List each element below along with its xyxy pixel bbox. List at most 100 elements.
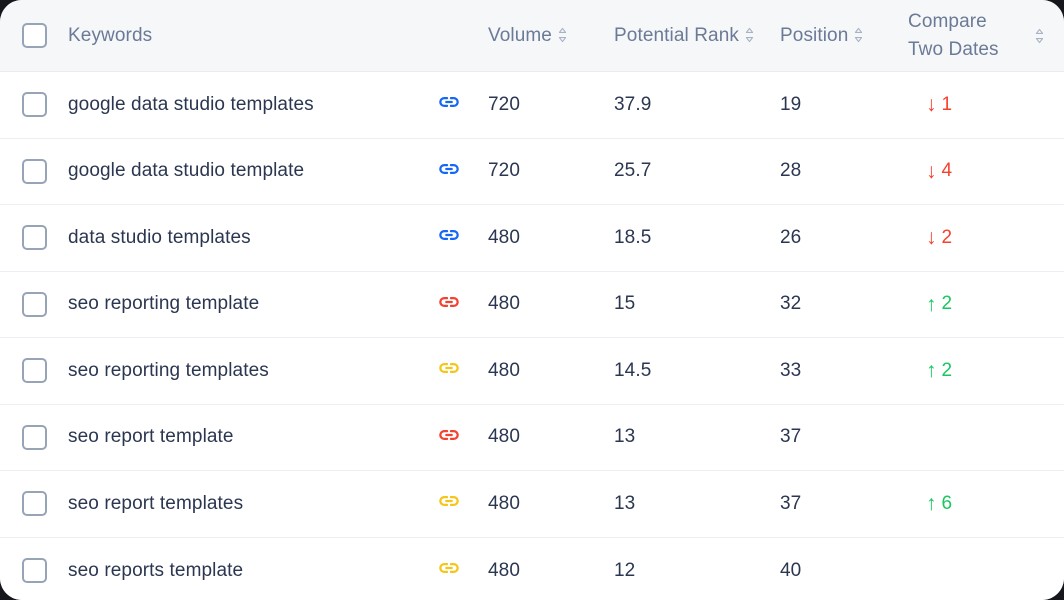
cell-potential-rank: 18.5 — [614, 226, 652, 248]
table-row[interactable]: seo report template 480 13 37 — [0, 404, 1064, 471]
sort-toggle-potential-rank-icon[interactable] — [745, 27, 754, 43]
row-checkbox[interactable] — [22, 358, 47, 384]
link-icon[interactable] — [436, 555, 462, 586]
row-select-cell — [0, 225, 68, 251]
change-indicator: ↓ 2 — [926, 227, 952, 249]
cell-keyword: seo reports template — [68, 560, 410, 582]
change-value: 6 — [941, 492, 953, 514]
cell-volume: 480 — [488, 226, 521, 248]
row-checkbox[interactable] — [22, 291, 47, 317]
cell-keyword: seo reporting template — [68, 293, 410, 315]
row-checkbox[interactable] — [22, 491, 47, 517]
row-select-cell — [0, 424, 68, 450]
table-row[interactable]: seo report templates 480 13 37 ↑ 6 — [0, 471, 1064, 538]
cell-volume: 480 — [488, 293, 521, 315]
keyword-text: seo reports template — [68, 559, 244, 581]
table-row[interactable]: seo reporting template 480 15 32 ↑ 2 — [0, 271, 1064, 338]
cell-keyword: seo report template — [68, 426, 410, 448]
keyword-text: seo reporting template — [68, 293, 260, 315]
cell-potential-rank: 13 — [614, 492, 636, 514]
arrow-up-icon: ↑ — [926, 492, 937, 516]
keyword-text: google data studio templates — [68, 93, 314, 115]
row-checkbox[interactable] — [22, 424, 47, 450]
table-row[interactable]: seo reports template 480 12 40 — [0, 537, 1064, 600]
row-checkbox[interactable] — [22, 225, 47, 251]
arrow-up-icon: ↑ — [926, 292, 937, 316]
table-row[interactable]: data studio templates 480 18.5 26 ↓ 2 — [0, 205, 1064, 272]
cell-volume: 480 — [488, 492, 521, 514]
cell-compare-two-dates: ↑ 2 — [908, 293, 1064, 315]
cell-volume: 480 — [488, 359, 521, 381]
row-select-cell — [0, 158, 68, 184]
cell-link — [410, 222, 488, 253]
keyword-text: google data studio template — [68, 160, 305, 182]
cell-position: 33 — [780, 359, 802, 381]
cell-link — [410, 289, 488, 320]
cell-position: 26 — [780, 226, 802, 248]
link-icon[interactable] — [436, 222, 462, 253]
change-value: 1 — [941, 93, 953, 115]
change-indicator: ↓ 4 — [926, 160, 952, 182]
row-select-cell — [0, 491, 68, 517]
column-header-volume-label: Volume — [488, 24, 552, 46]
cell-compare-two-dates: ↑ 2 — [908, 360, 1064, 382]
link-icon[interactable] — [436, 422, 462, 453]
cell-keyword: google data studio template — [68, 160, 410, 182]
arrow-up-icon: ↑ — [926, 359, 937, 383]
column-header-potential-rank-label: Potential Rank — [614, 24, 739, 46]
cell-link — [410, 488, 488, 519]
keyword-text: data studio templates — [68, 226, 251, 248]
sort-toggle-position-icon[interactable] — [854, 27, 863, 43]
change-indicator: ↓ 1 — [926, 94, 952, 116]
cell-position: 32 — [780, 293, 802, 315]
cell-position: 40 — [780, 559, 802, 581]
column-header-compare-two-dates[interactable]: Compare Two Dates — [908, 8, 1064, 63]
cell-potential-rank: 37.9 — [614, 93, 652, 115]
cell-potential-rank: 15 — [614, 293, 636, 315]
cell-volume: 480 — [488, 559, 521, 581]
cell-keyword: data studio templates — [68, 227, 410, 249]
cell-keyword: seo reporting templates — [68, 360, 410, 382]
cell-link — [410, 422, 488, 453]
column-header-keywords: Keywords — [68, 22, 410, 50]
column-header-position-label: Position — [780, 24, 849, 46]
row-checkbox[interactable] — [22, 158, 47, 184]
link-icon[interactable] — [436, 289, 462, 320]
table-row[interactable]: seo reporting templates 480 14.5 33 ↑ 2 — [0, 338, 1064, 405]
change-indicator: ↑ 2 — [926, 360, 952, 382]
arrow-down-icon: ↓ — [926, 226, 937, 250]
column-header-keywords-label: Keywords — [68, 24, 153, 46]
table-body: google data studio templates 720 37.9 19 ↓ 1 g… — [0, 72, 1064, 600]
cell-link — [410, 89, 488, 120]
column-header-compare-two-dates-label: Compare Two Dates — [908, 10, 999, 60]
column-header-potential-rank[interactable]: Potential Rank — [614, 22, 780, 50]
keyword-text: seo report template — [68, 426, 234, 448]
table-row[interactable]: google data studio templates 720 37.9 19 ↓ 1 — [0, 72, 1064, 139]
cell-potential-rank: 13 — [614, 426, 636, 448]
cell-potential-rank: 14.5 — [614, 359, 652, 381]
row-checkbox[interactable] — [22, 92, 47, 118]
link-icon[interactable] — [436, 156, 462, 187]
sort-toggle-compare-two-dates-icon[interactable] — [1035, 28, 1044, 44]
cell-link — [410, 156, 488, 187]
link-icon[interactable] — [436, 488, 462, 519]
cell-position: 37 — [780, 492, 802, 514]
column-header-position[interactable]: Position — [780, 22, 908, 50]
sort-toggle-volume-icon[interactable] — [558, 27, 567, 43]
keyword-text: seo report templates — [68, 492, 244, 514]
row-checkbox[interactable] — [22, 558, 47, 584]
change-value: 2 — [941, 359, 953, 381]
link-icon[interactable] — [436, 89, 462, 120]
cell-compare-two-dates: ↓ 2 — [908, 227, 1064, 249]
link-icon[interactable] — [436, 355, 462, 386]
select-all-checkbox[interactable] — [22, 23, 47, 48]
table-row[interactable]: google data studio template 720 25.7 28 ↓ 4 — [0, 138, 1064, 205]
cell-link — [410, 355, 488, 386]
row-select-cell — [0, 92, 68, 118]
arrow-down-icon: ↓ — [926, 93, 937, 117]
column-header-volume[interactable]: Volume — [488, 22, 614, 50]
cell-link — [410, 555, 488, 586]
keywords-table-card: Keywords Volume Potential Rank Position … — [0, 0, 1064, 600]
change-indicator: ↑ 6 — [926, 493, 952, 515]
cell-potential-rank: 12 — [614, 559, 636, 581]
